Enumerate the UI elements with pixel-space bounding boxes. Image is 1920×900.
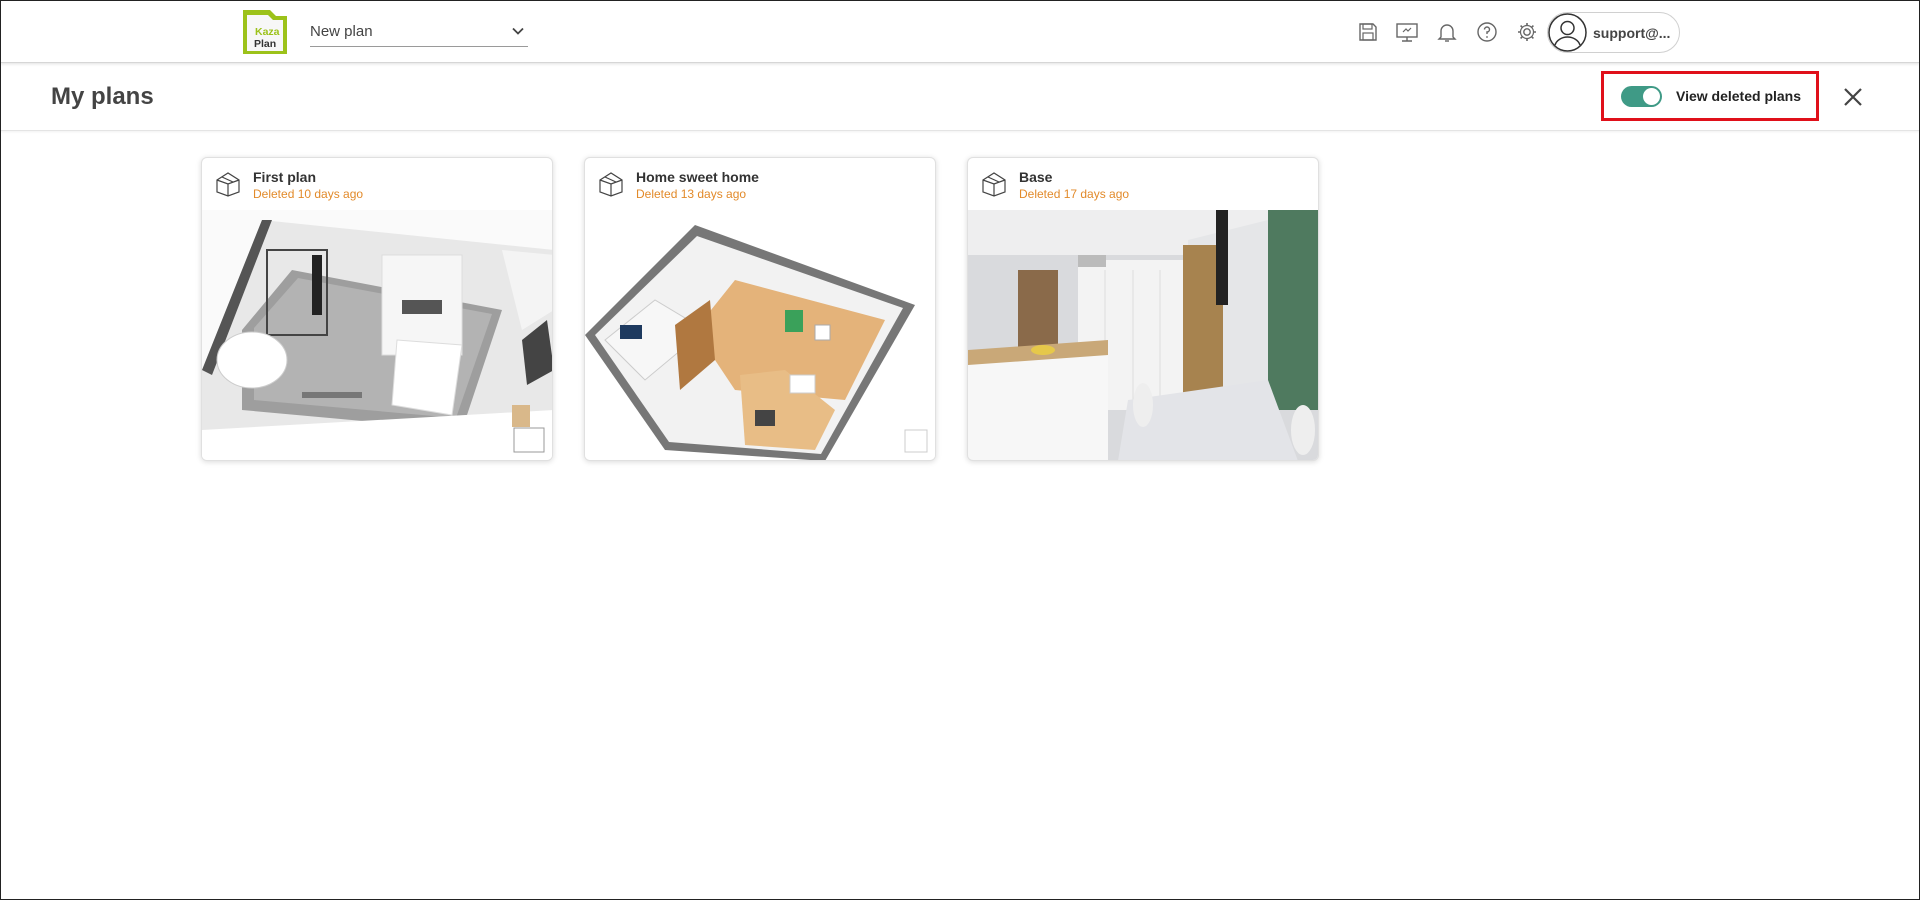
notifications-button[interactable] [1433, 18, 1461, 46]
user-name: support@... [1593, 25, 1671, 41]
plan-deleted-date: Deleted 17 days ago [1019, 187, 1130, 201]
save-icon [1359, 23, 1377, 41]
page-title: My plans [51, 83, 154, 110]
house-3d-icon [216, 172, 240, 197]
plan-selector-value: New plan [310, 23, 373, 40]
view-deleted-label[interactable]: View deleted plans [1676, 88, 1801, 104]
user-avatar-icon [1548, 13, 1587, 52]
bell-icon [1437, 24, 1457, 42]
plan-card[interactable]: Base Deleted 17 days ago [967, 157, 1319, 461]
chevron-down-icon [512, 27, 524, 35]
toggle-knob [1643, 88, 1660, 105]
view-deleted-toggle[interactable] [1621, 86, 1662, 107]
plan-selector[interactable]: New plan [310, 17, 528, 47]
top-bar: Kaza Plan New plan support@... [0, 0, 1920, 63]
plan-card[interactable]: Home sweet home Deleted 13 days ago [584, 157, 936, 461]
house-3d-icon [982, 172, 1006, 197]
plan-title: Base [1019, 169, 1053, 185]
plan-thumbnail [202, 210, 552, 460]
settings-button[interactable] [1513, 18, 1541, 46]
plan-deleted-date: Deleted 13 days ago [636, 187, 747, 201]
house-3d-icon [599, 172, 623, 197]
plan-deleted-date: Deleted 10 days ago [253, 187, 364, 201]
user-menu[interactable]: support@... [1547, 12, 1680, 53]
logo-text-kaza: Kaza [255, 26, 280, 38]
help-button[interactable] [1473, 18, 1501, 46]
presentation-button[interactable] [1393, 18, 1421, 46]
settings-icon [1518, 23, 1536, 41]
page-header: My plans View deleted plans [0, 64, 1920, 131]
logo-text-plan: Plan [254, 38, 276, 50]
close-icon[interactable] [1840, 84, 1866, 110]
plan-thumbnail [968, 210, 1318, 460]
plan-title: Home sweet home [636, 169, 759, 185]
presentation-icon [1396, 23, 1418, 42]
save-button[interactable] [1354, 18, 1382, 46]
plan-thumbnail [585, 210, 935, 460]
plan-title: First plan [253, 169, 317, 185]
kazaplan-logo[interactable]: Kaza Plan [240, 7, 292, 57]
plan-card[interactable]: First plan Deleted 10 days ago [201, 157, 553, 461]
view-deleted-toggle-highlight: View deleted plans [1601, 71, 1819, 121]
help-icon [1477, 22, 1497, 42]
